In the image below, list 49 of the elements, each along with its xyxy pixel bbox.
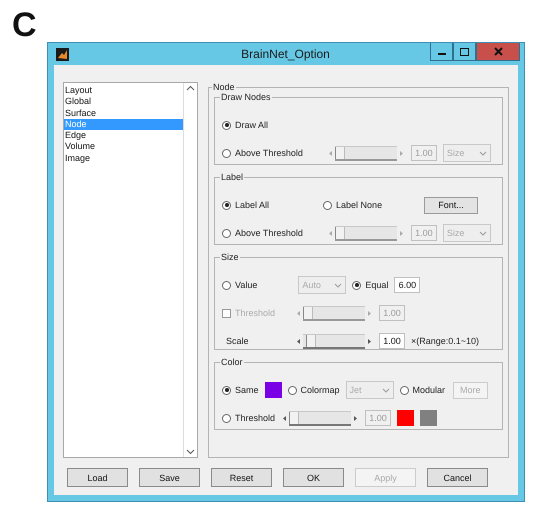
close-button[interactable] (476, 43, 520, 61)
group-title: Size (220, 252, 240, 262)
slider[interactable] (303, 334, 365, 348)
field-label: Scale (225, 336, 250, 346)
dialog-button[interactable]: Reset (211, 468, 272, 487)
slider[interactable] (289, 410, 352, 426)
list-item[interactable]: Layout (64, 85, 183, 96)
dialog-button[interactable]: Save (139, 468, 200, 487)
dialog-button[interactable]: Load (67, 468, 128, 487)
radio-button[interactable]: Draw All (222, 120, 268, 130)
radio-button[interactable]: Above Threshold (222, 228, 303, 238)
list-item[interactable]: Edge (64, 130, 183, 142)
radio-button[interactable]: Label None (323, 200, 382, 210)
range-hint: ×(Range:0.1~10) (411, 336, 480, 346)
list-item[interactable]: Surface (64, 108, 183, 119)
color-swatch[interactable] (264, 382, 282, 398)
color-swatch[interactable] (420, 410, 438, 426)
radio-button[interactable]: Label All (222, 200, 270, 210)
input-field[interactable]: 6.00 (394, 277, 420, 293)
figure-label: C (12, 8, 37, 42)
group-title: Draw Nodes (220, 92, 272, 102)
group-title: Label (220, 172, 244, 182)
window-title: BrainNet_Option (240, 47, 331, 61)
button[interactable]: Font... (424, 196, 478, 214)
slider-thumb[interactable] (306, 334, 316, 346)
minimize-button[interactable] (430, 43, 453, 61)
maximize-button[interactable] (453, 43, 476, 61)
dialog-button[interactable]: OK (283, 468, 344, 487)
close-icon (494, 47, 502, 56)
input-field[interactable]: 1.00 (379, 333, 405, 349)
radio-button[interactable]: Same (222, 385, 259, 395)
radio-button[interactable]: Above Threshold (222, 148, 303, 158)
scroll-down-icon[interactable] (186, 449, 195, 455)
color-swatch[interactable] (397, 410, 414, 426)
slider-thumb[interactable] (289, 412, 300, 424)
list-item[interactable]: Image (64, 152, 183, 164)
group-title: Color (220, 357, 244, 367)
maximize-icon (460, 48, 469, 56)
radio-button[interactable]: Colormap (288, 385, 340, 395)
dialog-button[interactable]: Cancel (427, 468, 488, 487)
radio-button[interactable]: Modular (400, 385, 446, 395)
app-icon (56, 48, 69, 60)
list-item[interactable]: Volume (64, 141, 183, 153)
radio-button[interactable]: Threshold (222, 413, 276, 423)
radio-button[interactable]: Value (222, 280, 258, 290)
panel-title: Node (212, 82, 236, 92)
scroll-up-icon[interactable] (186, 85, 195, 91)
radio-button[interactable]: Equal (352, 280, 388, 290)
list-item[interactable]: Global (64, 96, 183, 108)
